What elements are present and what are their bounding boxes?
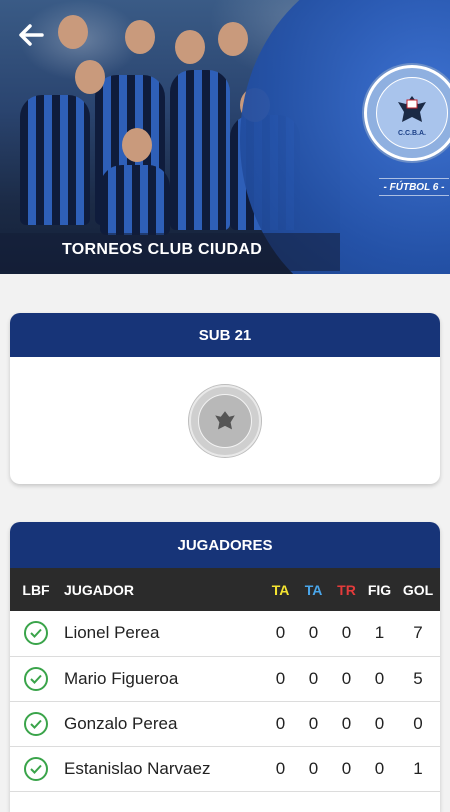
player-head — [122, 128, 152, 162]
category-logo-inner — [198, 393, 252, 448]
col-fig: FIG — [367, 581, 392, 598]
player-figure — [100, 165, 170, 235]
stat-ta-blue: 0 — [308, 623, 319, 643]
stat-tr: 0 — [341, 758, 352, 778]
crest-initials: C.C.B.A. — [398, 129, 426, 137]
stat-fig: 0 — [374, 713, 385, 733]
back-button[interactable] — [14, 20, 48, 50]
table-row[interactable]: Lionel Perea 0 0 0 1 7 — [10, 611, 440, 656]
check-circle-icon — [24, 711, 48, 736]
header-banner: C.C.B.A. - FÚTBOL 6 - TORNEOS CLUB CIUDA… — [0, 0, 450, 274]
lbf-cell — [10, 656, 62, 701]
eagle-icon — [398, 95, 426, 122]
stat-gol: 5 — [413, 668, 423, 688]
stat-ta-yellow: 0 — [275, 623, 286, 643]
club-crest: C.C.B.A. — [364, 65, 450, 161]
players-card: JUGADORES LBF JUGADOR TA TA TR FIG GOL L… — [10, 522, 440, 812]
check-circle-icon — [24, 621, 48, 646]
stat-gol: 0 — [413, 713, 423, 733]
arrow-left-icon — [19, 24, 44, 46]
col-tr: TR — [337, 581, 356, 598]
stat-ta-yellow: 0 — [275, 758, 286, 778]
stat-ta-yellow: 0 — [275, 713, 286, 733]
stat-ta-blue: 0 — [308, 758, 319, 778]
col-ta-blue: TA — [304, 581, 323, 598]
stat-tr: 0 — [341, 713, 352, 733]
stat-ta-blue: 0 — [308, 713, 319, 733]
table-row[interactable]: Mario Figueroa 0 0 0 0 5 — [10, 656, 440, 701]
player-name: Estanislao Narvaez — [64, 758, 211, 778]
players-table: LBF JUGADOR TA TA TR FIG GOL Lionel Pere… — [10, 568, 440, 792]
player-name: Mario Figueroa — [64, 668, 179, 688]
player-figure — [20, 95, 90, 225]
stat-fig: 0 — [374, 668, 385, 688]
table-row[interactable]: Estanislao Narvaez 0 0 0 0 1 — [10, 746, 440, 791]
sport-label: - FÚTBOL 6 - — [379, 178, 449, 196]
col-gol: GOL — [402, 581, 434, 598]
col-jugador: JUGADOR — [64, 581, 135, 598]
check-circle-icon — [24, 666, 48, 691]
lbf-cell — [10, 611, 62, 656]
col-ta-yellow: TA — [271, 581, 290, 598]
table-row[interactable]: Gonzalo Perea 0 0 0 0 0 — [10, 701, 440, 746]
category-title: SUB 21 — [10, 313, 440, 357]
player-head — [125, 20, 155, 54]
club-crest-inner: C.C.B.A. — [376, 77, 448, 149]
stat-fig: 1 — [374, 623, 385, 643]
stat-tr: 0 — [341, 623, 352, 643]
col-lbf: LBF — [22, 581, 50, 598]
stat-ta-yellow: 0 — [275, 668, 286, 688]
category-card: SUB 21 — [10, 313, 440, 484]
player-name: Lionel Perea — [64, 623, 160, 643]
stat-gol: 7 — [413, 623, 423, 643]
player-figure — [170, 70, 230, 230]
player-head — [75, 60, 105, 94]
player-head — [58, 15, 88, 49]
player-head — [175, 30, 205, 64]
player-name: Gonzalo Perea — [64, 713, 178, 733]
lbf-cell — [10, 746, 62, 791]
category-logo — [189, 384, 261, 457]
check-circle-icon — [24, 756, 48, 781]
eagle-icon — [215, 410, 235, 429]
stat-tr: 0 — [341, 668, 352, 688]
stat-ta-blue: 0 — [308, 668, 319, 688]
player-head — [218, 22, 248, 56]
players-title: JUGADORES — [10, 522, 440, 568]
category-body — [10, 357, 440, 484]
players-table-header: LBF JUGADOR TA TA TR FIG GOL — [10, 568, 440, 611]
tournament-caption: TORNEOS CLUB CIUDAD — [62, 241, 263, 258]
stat-gol: 1 — [413, 758, 423, 778]
stat-fig: 0 — [374, 758, 385, 778]
lbf-cell — [10, 701, 62, 746]
